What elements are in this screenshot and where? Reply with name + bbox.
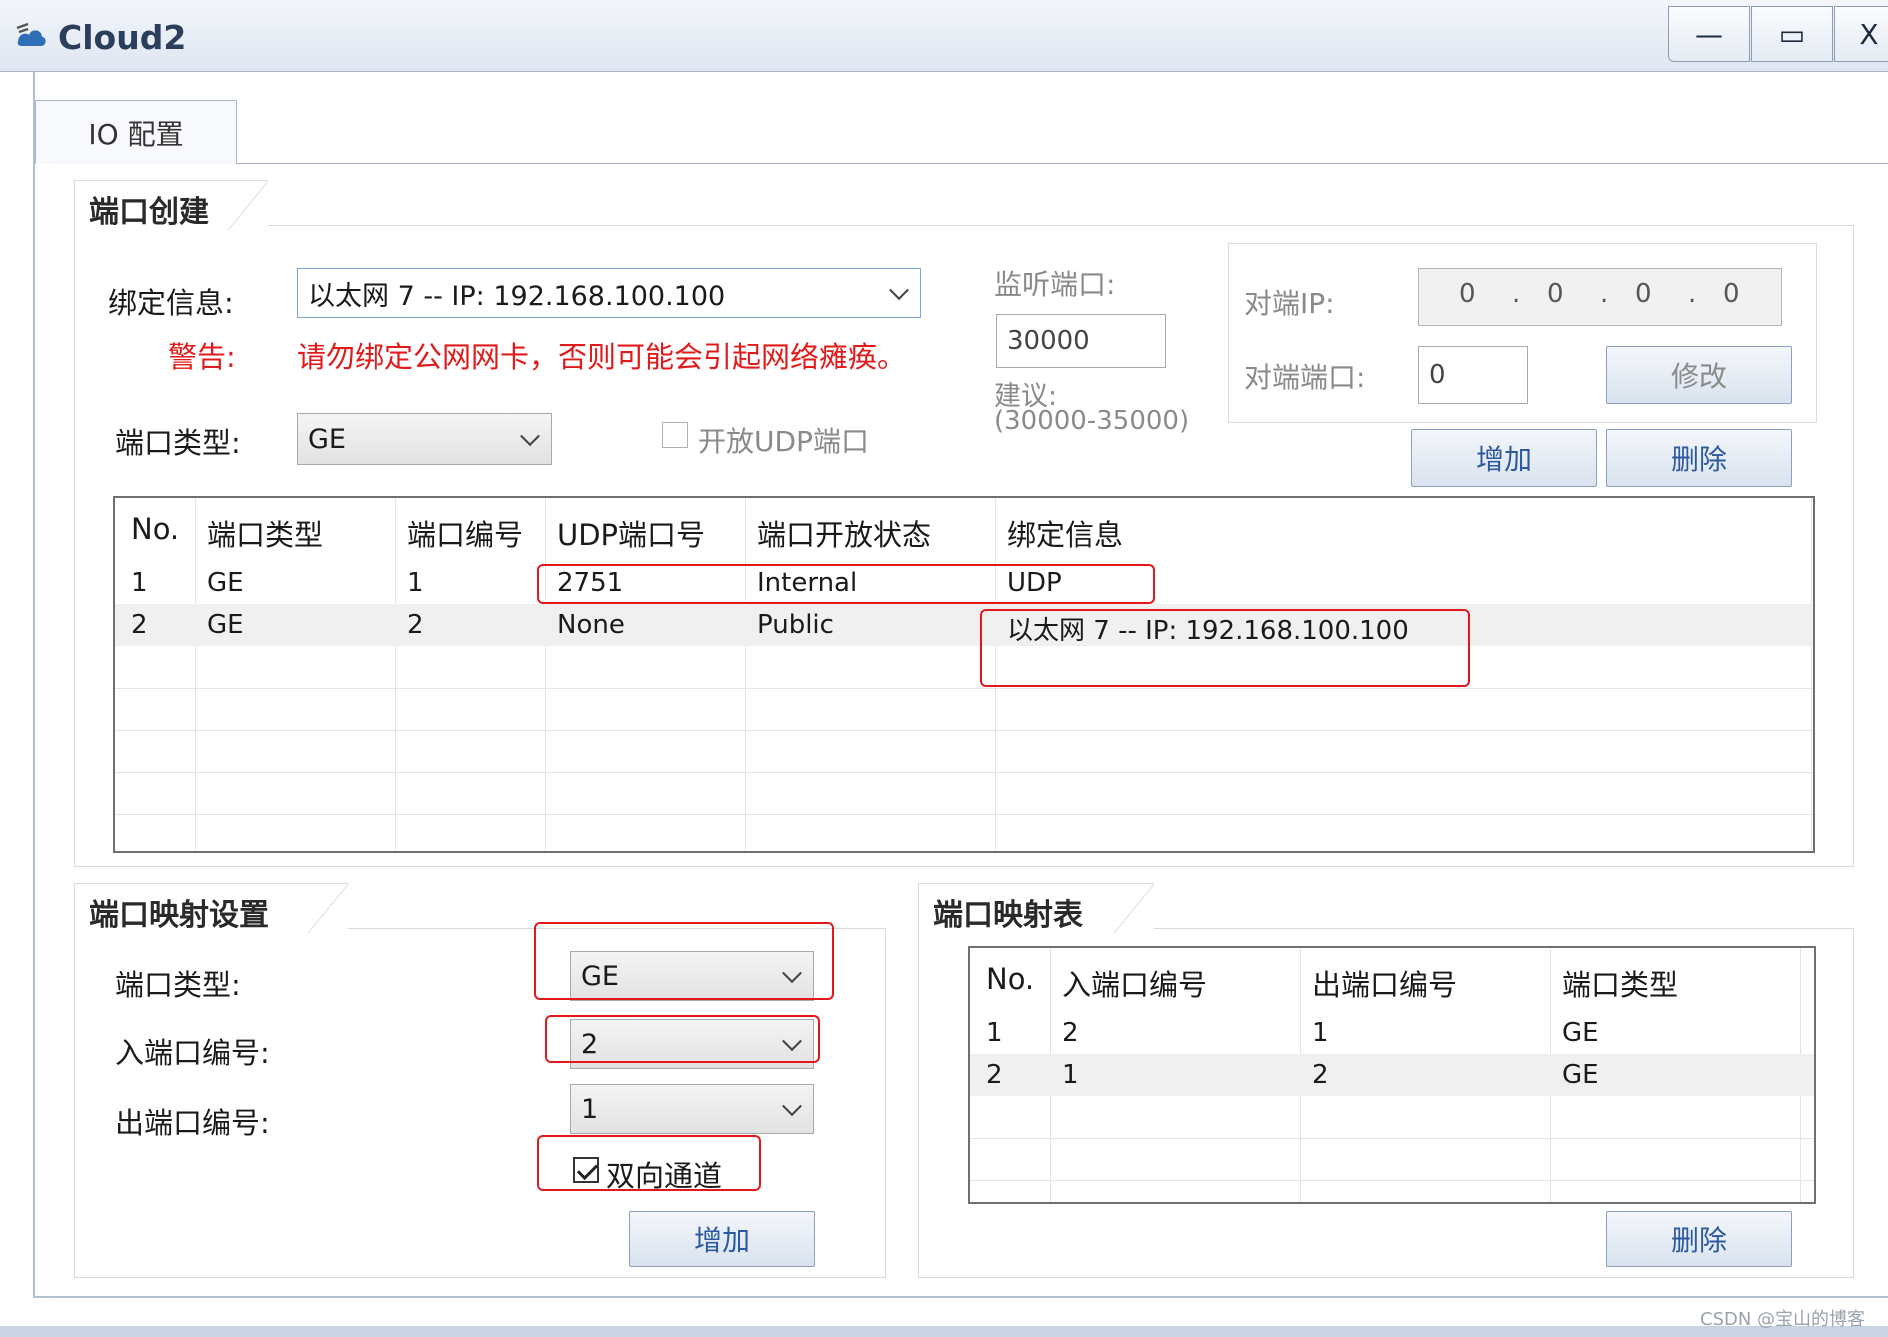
cell-out-port: 1 — [1312, 1018, 1329, 1048]
port-type-label: 端口类型: — [115, 426, 241, 460]
minimize-button[interactable]: — — [1668, 6, 1750, 62]
port-create-group-title: 端口创建 — [74, 180, 268, 230]
peer-ip-label: 对端IP: — [1244, 287, 1335, 320]
chevron-down-icon — [889, 280, 909, 301]
peer-ip-dot-1: . — [1512, 279, 1521, 309]
map-header-out-port[interactable]: 出端口编号 — [1312, 962, 1457, 1004]
header-port-number[interactable]: 端口编号 — [407, 512, 523, 554]
delete-mapping-button[interactable]: 删除 — [1606, 1211, 1792, 1267]
warning-label: 警告: — [168, 340, 236, 374]
cell-no: 1 — [131, 568, 148, 598]
bind-info-select[interactable]: 以太网 7 -- IP: 192.168.100.100 — [297, 268, 921, 318]
open-udp-label: 开放UDP端口 — [698, 425, 869, 458]
peer-ip-octet-4: 0 — [1723, 279, 1740, 309]
cell-port-type: GE — [207, 610, 244, 640]
chevron-down-icon — [782, 1096, 802, 1117]
table-row[interactable]: 1 2 1 GE — [970, 1012, 1814, 1054]
peer-port-label: 对端端口: — [1244, 361, 1366, 394]
add-port-button[interactable]: 增加 — [1411, 429, 1597, 487]
out-port-value: 1 — [581, 1093, 599, 1125]
column-divider — [395, 498, 396, 851]
cloud-app-icon — [16, 22, 46, 46]
map-header-in-port[interactable]: 入端口编号 — [1062, 962, 1207, 1004]
port-type-value: GE — [308, 423, 346, 455]
table-row[interactable]: 2 GE 2 None Public 以太网 7 -- IP: 192.168.… — [115, 604, 1813, 646]
cell-port-number: 2 — [407, 610, 424, 640]
peer-ip-octet-2: 0 — [1547, 279, 1564, 309]
peer-ip-octet-3: 0 — [1635, 279, 1652, 309]
header-bind-info[interactable]: 绑定信息 — [1007, 512, 1123, 554]
cell-port-number: 1 — [407, 568, 424, 598]
row-divider — [115, 730, 1813, 731]
map-header-no[interactable]: No. — [986, 962, 1034, 996]
row-divider — [115, 688, 1813, 689]
delete-port-button[interactable]: 删除 — [1606, 429, 1792, 487]
peer-ip-dot-3: . — [1688, 279, 1697, 309]
cell-in-port: 1 — [1062, 1060, 1079, 1090]
cell-open-status: Public — [757, 610, 834, 640]
row-divider — [115, 814, 1813, 815]
highlight-box-in-port — [545, 1015, 820, 1063]
cell-out-port: 2 — [1312, 1060, 1329, 1090]
modify-button[interactable]: 修改 — [1606, 346, 1792, 404]
out-port-select[interactable]: 1 — [570, 1084, 814, 1134]
add-mapping-button[interactable]: 增加 — [629, 1211, 815, 1267]
port-map-table-title: 端口映射表 — [918, 883, 1154, 933]
title-bar[interactable] — [0, 0, 1888, 72]
header-udp-port[interactable]: UDP端口号 — [557, 512, 705, 554]
port-map-table[interactable]: No. 入端口编号 出端口编号 端口类型 1 2 1 GE 2 1 2 GE — [968, 946, 1816, 1204]
header-open-status[interactable]: 端口开放状态 — [757, 512, 931, 554]
row-divider — [970, 1138, 1814, 1139]
cell-no: 2 — [986, 1060, 1003, 1090]
column-divider — [745, 498, 746, 851]
port-table[interactable]: No. 端口类型 端口编号 UDP端口号 端口开放状态 绑定信息 1 GE 1 … — [113, 496, 1815, 853]
cell-in-port: 2 — [1062, 1018, 1079, 1048]
column-divider — [195, 498, 196, 851]
chevron-down-icon — [520, 426, 540, 447]
cell-port-type: GE — [1562, 1060, 1599, 1090]
highlight-box-bind-info — [980, 609, 1470, 687]
map-port-type-label: 端口类型: — [115, 968, 241, 1002]
header-no[interactable]: No. — [131, 512, 179, 546]
suggest-range: (30000-35000) — [994, 406, 1190, 436]
port-map-settings-title: 端口映射设置 — [74, 883, 348, 933]
watermark: CSDN @宝山的博客 — [1700, 1309, 1866, 1330]
in-port-label: 入端口编号: — [115, 1036, 270, 1070]
cell-udp-port: None — [557, 610, 625, 640]
peer-ip-input[interactable]: 0 . 0 . 0 . 0 — [1418, 268, 1782, 326]
listen-port-label: 监听端口: — [994, 268, 1116, 301]
map-header-port-type[interactable]: 端口类型 — [1562, 962, 1678, 1004]
cell-no: 1 — [986, 1018, 1003, 1048]
close-icon: X — [1859, 17, 1879, 51]
highlight-box-bidirectional — [537, 1135, 761, 1191]
row-divider — [970, 1180, 1814, 1181]
listen-port-input[interactable]: 30000 — [996, 314, 1166, 368]
bind-info-label: 绑定信息: — [108, 286, 234, 320]
port-type-select[interactable]: GE — [297, 413, 552, 465]
column-divider — [1811, 498, 1812, 851]
peer-ip-octet-1: 0 — [1459, 279, 1476, 309]
highlight-box-map-port-type — [534, 922, 834, 1000]
maximize-icon: ▭ — [1778, 17, 1806, 51]
header-port-type[interactable]: 端口类型 — [207, 512, 323, 554]
highlight-box-udp-row — [537, 564, 1155, 604]
peer-ip-dot-2: . — [1600, 279, 1609, 309]
maximize-button[interactable]: ▭ — [1751, 6, 1833, 62]
window-bottom-border — [0, 1326, 1888, 1337]
tab-io-config[interactable]: IO 配置 — [35, 100, 237, 164]
close-button[interactable]: X — [1834, 6, 1888, 62]
row-divider — [115, 772, 1813, 773]
cell-no: 2 — [131, 610, 148, 640]
out-port-label: 出端口编号: — [115, 1106, 270, 1140]
cell-port-type: GE — [207, 568, 244, 598]
table-row[interactable]: 2 1 2 GE — [970, 1054, 1814, 1096]
open-udp-checkbox[interactable] — [662, 422, 688, 448]
cell-port-type: GE — [1562, 1018, 1599, 1048]
column-divider — [545, 498, 546, 851]
bind-info-value: 以太网 7 -- IP: 192.168.100.100 — [308, 280, 726, 312]
peer-port-input[interactable]: 0 — [1418, 346, 1528, 404]
minimize-icon: — — [1695, 17, 1723, 51]
warning-text: 请勿绑定公网网卡，否则可能会引起网络瘫痪。 — [297, 340, 907, 374]
window-title: Cloud2 — [58, 18, 187, 57]
